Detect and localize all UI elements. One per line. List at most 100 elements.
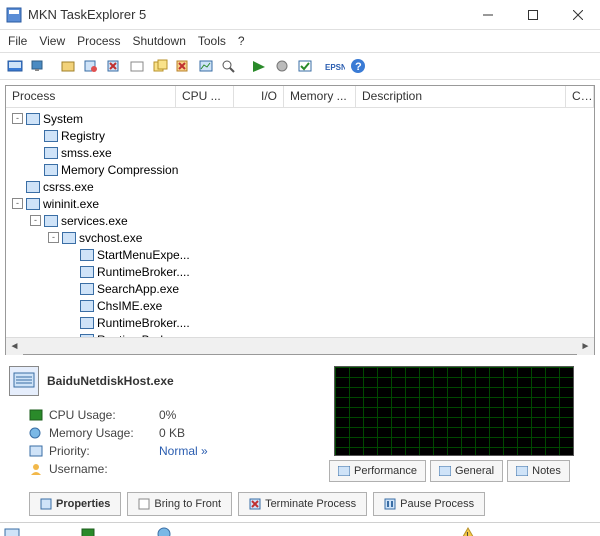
menu-help[interactable]: ?: [238, 34, 245, 48]
tab-performance[interactable]: Performance: [329, 460, 426, 482]
process-name: Memory Compression: [61, 163, 178, 177]
minimize-button[interactable]: [465, 0, 510, 29]
scroll-right-icon[interactable]: ►: [577, 338, 594, 355]
col-cpu[interactable]: CPU ...: [176, 86, 234, 107]
tool-icon-6[interactable]: [126, 55, 148, 77]
tool-icon-7[interactable]: [149, 55, 171, 77]
expander-icon[interactable]: -: [12, 198, 23, 209]
note-icon: [516, 466, 528, 476]
menu-view[interactable]: View: [39, 34, 65, 48]
process-icon: [80, 300, 94, 312]
help-icon[interactable]: ?: [347, 55, 369, 77]
col-memory[interactable]: Memory ...: [284, 86, 356, 107]
memory-label: Memory Usage:: [49, 426, 159, 440]
tree-row[interactable]: Memory Compression: [6, 161, 594, 178]
process-name: SearchApp.exe: [97, 282, 179, 296]
performance-graph: [334, 366, 574, 456]
process-name: services.exe: [61, 214, 128, 228]
close-button[interactable]: [555, 0, 600, 29]
tree-row[interactable]: - svchost.exe: [6, 229, 594, 246]
process-icon: [80, 249, 94, 261]
tree-row[interactable]: - wininit.exe: [6, 195, 594, 212]
tab-notes[interactable]: Notes: [507, 460, 570, 482]
bring-to-front-button[interactable]: Bring to Front: [127, 492, 232, 516]
tab-general[interactable]: General: [430, 460, 503, 482]
tool-icon-3[interactable]: [57, 55, 79, 77]
tree-row[interactable]: StartMenuExpe...: [6, 246, 594, 263]
svg-text:?: ?: [355, 61, 362, 73]
pause-button[interactable]: Pause Process: [373, 492, 485, 516]
titlebar: MKN TaskExplorer 5: [0, 0, 600, 30]
process-name: svchost.exe: [79, 231, 142, 245]
expander-icon[interactable]: -: [12, 113, 23, 124]
tree-row[interactable]: SearchApp.exe: [6, 280, 594, 297]
process-name: RuntimeBroker....: [97, 316, 190, 330]
tool-icon-8[interactable]: [172, 55, 194, 77]
hscrollbar[interactable]: ◄ ►: [6, 337, 594, 354]
pause-icon: [384, 498, 396, 510]
process-icon: [44, 147, 58, 159]
process-name: wininit.exe: [43, 197, 99, 211]
username-label: Username:: [49, 462, 159, 476]
memory-value: 0 KB: [159, 426, 185, 440]
tree-row[interactable]: smss.exe: [6, 144, 594, 161]
tool-icon-4[interactable]: [80, 55, 102, 77]
col-description[interactable]: Description: [356, 86, 566, 107]
priority-value[interactable]: Normal »: [159, 444, 208, 458]
tree-row[interactable]: ChsIME.exe: [6, 297, 594, 314]
tree-row[interactable]: csrss.exe: [6, 178, 594, 195]
toolbar: EPSN ?: [0, 52, 600, 80]
menu-process[interactable]: Process: [77, 34, 120, 48]
maximize-button[interactable]: [510, 0, 555, 29]
menu-shutdown[interactable]: Shutdown: [133, 34, 186, 48]
selected-process-name: BaiduNetdiskHost.exe: [47, 374, 174, 388]
tree-row[interactable]: - System: [6, 110, 594, 127]
tool-icon-13[interactable]: [294, 55, 316, 77]
priority-label: Priority:: [49, 444, 159, 458]
tool-icon-11[interactable]: [248, 55, 270, 77]
cpu-value: 0%: [159, 408, 176, 422]
process-list: Process CPU ... I/O Memory ... Descripti…: [5, 85, 595, 355]
svg-text:EPSN: EPSN: [325, 63, 345, 72]
process-icon: [80, 283, 94, 295]
tree-row[interactable]: - services.exe: [6, 212, 594, 229]
tool-icon-5[interactable]: [103, 55, 125, 77]
scroll-left-icon[interactable]: ◄: [6, 338, 23, 355]
tree-row[interactable]: Registry: [6, 127, 594, 144]
process-name: ChsIME.exe: [97, 299, 162, 313]
properties-button[interactable]: Properties: [29, 492, 121, 516]
process-big-icon: [9, 366, 39, 396]
tool-icon-10[interactable]: [218, 55, 240, 77]
terminate-icon: [249, 498, 261, 510]
menu-file[interactable]: File: [8, 34, 27, 48]
process-name: System: [43, 112, 83, 126]
tree-row[interactable]: RuntimeBroker....: [6, 314, 594, 331]
cpu-icon: [29, 409, 43, 421]
tree-body[interactable]: - SystemRegistry smss.exe Memory Compressio…: [6, 108, 594, 337]
tool-icon-1[interactable]: [4, 55, 26, 77]
status-icon-1: [4, 527, 20, 536]
tool-icon-14[interactable]: EPSN: [324, 55, 346, 77]
expander-icon[interactable]: -: [48, 232, 59, 243]
status-icon-3: [156, 527, 172, 536]
process-name: smss.exe: [61, 146, 112, 160]
tool-icon-2[interactable]: [27, 55, 49, 77]
tree-row[interactable]: RuntimeBroker....: [6, 263, 594, 280]
process-icon: [62, 232, 76, 244]
expander-icon[interactable]: -: [30, 215, 41, 226]
col-process[interactable]: Process: [6, 86, 176, 107]
process-icon: [26, 198, 40, 210]
process-name: StartMenuExpe...: [97, 248, 190, 262]
tool-icon-9[interactable]: [195, 55, 217, 77]
menu-tools[interactable]: Tools: [198, 34, 226, 48]
terminate-button[interactable]: Terminate Process: [238, 492, 367, 516]
tool-icon-12[interactable]: [271, 55, 293, 77]
col-co[interactable]: Co: [566, 86, 594, 107]
app-icon: [6, 7, 22, 23]
process-icon: [80, 317, 94, 329]
svg-text:!: !: [466, 531, 469, 536]
column-headers: Process CPU ... I/O Memory ... Descripti…: [6, 86, 594, 108]
col-io[interactable]: I/O: [234, 86, 284, 107]
user-icon: [29, 463, 43, 475]
properties-icon: [40, 498, 52, 510]
